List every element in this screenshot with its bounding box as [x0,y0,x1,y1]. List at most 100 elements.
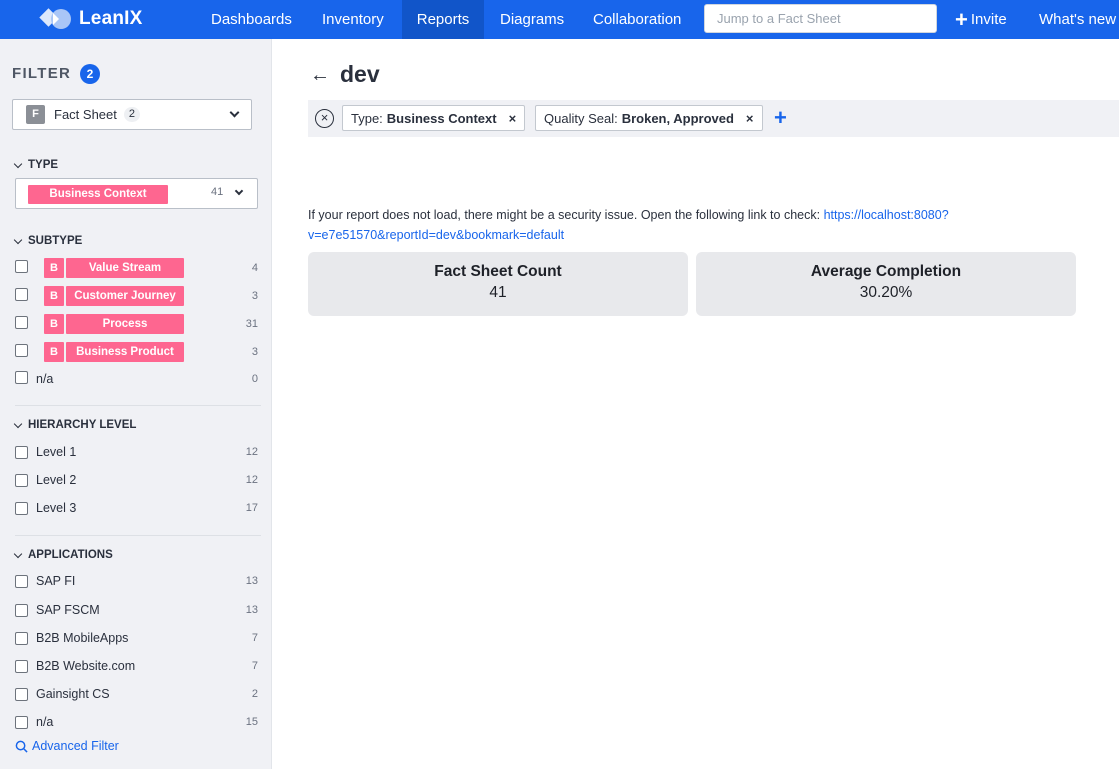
subtype-checkbox[interactable] [15,370,28,384]
chip-key: Quality Seal: [544,110,618,126]
section-divider [15,405,261,406]
add-filter-icon[interactable]: + [774,104,787,132]
nav-inventory[interactable]: Inventory [311,0,395,39]
hierarchy-checkbox[interactable] [15,473,28,487]
chevron-down-icon [13,549,23,558]
application-item: B2B MobileApps 7 [15,628,258,648]
hierarchy-item: Level 1 12 [15,442,258,462]
application-checkbox[interactable] [15,631,28,645]
nav-reports[interactable]: Reports [402,0,484,39]
invite-button[interactable]: + Invite [955,0,1007,39]
hierarchy-checkbox[interactable] [15,501,28,515]
hierarchy-section-toggle[interactable]: HIERARCHY LEVEL [13,419,136,431]
kpi-card-average-completion: Average Completion 30.20% [696,252,1076,316]
nav-diagrams[interactable]: Diagrams [489,0,575,39]
nav-collaboration[interactable]: Collaboration [582,0,692,39]
subtype-na-label: n/a [36,372,54,386]
factsheet-icon: F [26,105,45,124]
leanix-logo[interactable]: LeanIX [39,7,143,31]
type-section-title: TYPE [28,159,59,171]
factsheet-type-select[interactable]: F Fact Sheet 2 [12,99,252,130]
hierarchy-item: Level 3 17 [15,498,258,518]
subtype-checkbox[interactable] [15,287,28,301]
application-label: Gainsight CS [36,687,110,701]
subtype-checkbox[interactable] [15,343,28,357]
application-count: 7 [251,660,258,672]
application-count: 2 [251,688,258,700]
subtype-prefix-badge: B [44,258,64,278]
chip-value: Business Context [386,110,497,126]
subtype-tag: Process [66,314,184,334]
application-checkbox[interactable] [15,659,28,673]
section-divider [15,535,261,536]
hierarchy-count: 12 [245,474,258,486]
whats-new-link[interactable]: What's new [1039,0,1116,39]
application-item: B2B Website.com 7 [15,656,258,676]
chip-value: Broken, Approved [621,110,734,126]
application-item: n/a 15 [15,712,258,732]
chevron-down-icon [13,419,23,428]
type-select[interactable]: Business Context 41 [15,178,258,209]
advanced-filter-label: Advanced Filter [32,739,119,753]
chevron-down-icon [229,107,240,118]
application-checkbox[interactable] [15,603,28,617]
clear-filters-icon[interactable]: × [315,109,334,128]
kpi-title: Fact Sheet Count [434,263,562,280]
type-tag-business-context: Business Context [28,185,168,204]
application-label: SAP FI [36,574,76,588]
application-label: B2B Website.com [36,659,136,673]
application-checkbox[interactable] [15,687,28,701]
subtype-prefix-badge: B [44,286,64,306]
search-icon [15,740,28,753]
filter-chip-quality-seal[interactable]: Quality Seal: Broken, Approved × [535,105,763,131]
application-count: 13 [245,604,258,616]
remove-chip-icon[interactable]: × [746,111,754,126]
applications-section-toggle[interactable]: APPLICATIONS [13,549,113,561]
hierarchy-checkbox[interactable] [15,445,28,459]
subtype-count: 0 [251,373,258,385]
factsheet-select-count: 2 [123,107,140,122]
application-count: 7 [251,632,258,644]
remove-chip-icon[interactable]: × [509,111,517,126]
kpi-value: 30.20% [859,284,913,301]
subtype-item-na: n/a 0 [15,369,258,389]
chip-key: Type: [351,110,383,126]
nav-dashboards[interactable]: Dashboards [200,0,303,39]
application-checkbox[interactable] [15,715,28,729]
application-label: SAP FSCM [36,603,100,617]
subtype-count: 4 [251,262,258,274]
page-title: dev [340,61,380,87]
application-label: n/a [36,715,54,729]
report-main-area: ← dev × Type: Business Context × Quality… [272,39,1119,769]
application-item: Gainsight CS 2 [15,684,258,704]
invite-label: Invite [970,11,1007,28]
advanced-filter-link[interactable]: Advanced Filter [15,739,119,753]
factsheet-select-label: Fact Sheet [54,107,117,122]
jump-to-factsheet-input[interactable] [704,4,937,33]
kpi-card-fact-sheet-count: Fact Sheet Count 41 [308,252,688,316]
hierarchy-item: Level 2 12 [15,470,258,490]
subtype-checkbox[interactable] [15,315,28,329]
applications-section-title: APPLICATIONS [28,549,113,561]
hierarchy-count: 12 [245,446,258,458]
subtype-count: 31 [245,318,258,330]
subtype-item: B Value Stream 4 [15,258,258,278]
active-filters-bar: × Type: Business Context × Quality Seal:… [308,100,1119,137]
application-label: B2B MobileApps [36,631,129,645]
application-count: 15 [245,716,258,728]
subtype-section-toggle[interactable]: SUBTYPE [13,235,82,247]
type-section-toggle[interactable]: TYPE [13,159,59,171]
back-arrow-icon[interactable]: ← [310,63,330,87]
subtype-prefix-badge: B [44,314,64,334]
application-item: SAP FI 13 [15,571,258,591]
application-item: SAP FSCM 13 [15,600,258,620]
filter-chip-type[interactable]: Type: Business Context × [342,105,526,131]
application-checkbox[interactable] [15,574,28,588]
kpi-value: 41 [489,284,507,301]
type-count: 41 [211,186,224,198]
subtype-checkbox[interactable] [15,259,28,273]
leanix-logo-icon [39,8,71,29]
hierarchy-label: Level 3 [36,501,77,515]
kpi-title: Average Completion [810,263,962,280]
top-navigation-bar: LeanIX Dashboards Inventory Reports Diag… [0,0,1119,39]
